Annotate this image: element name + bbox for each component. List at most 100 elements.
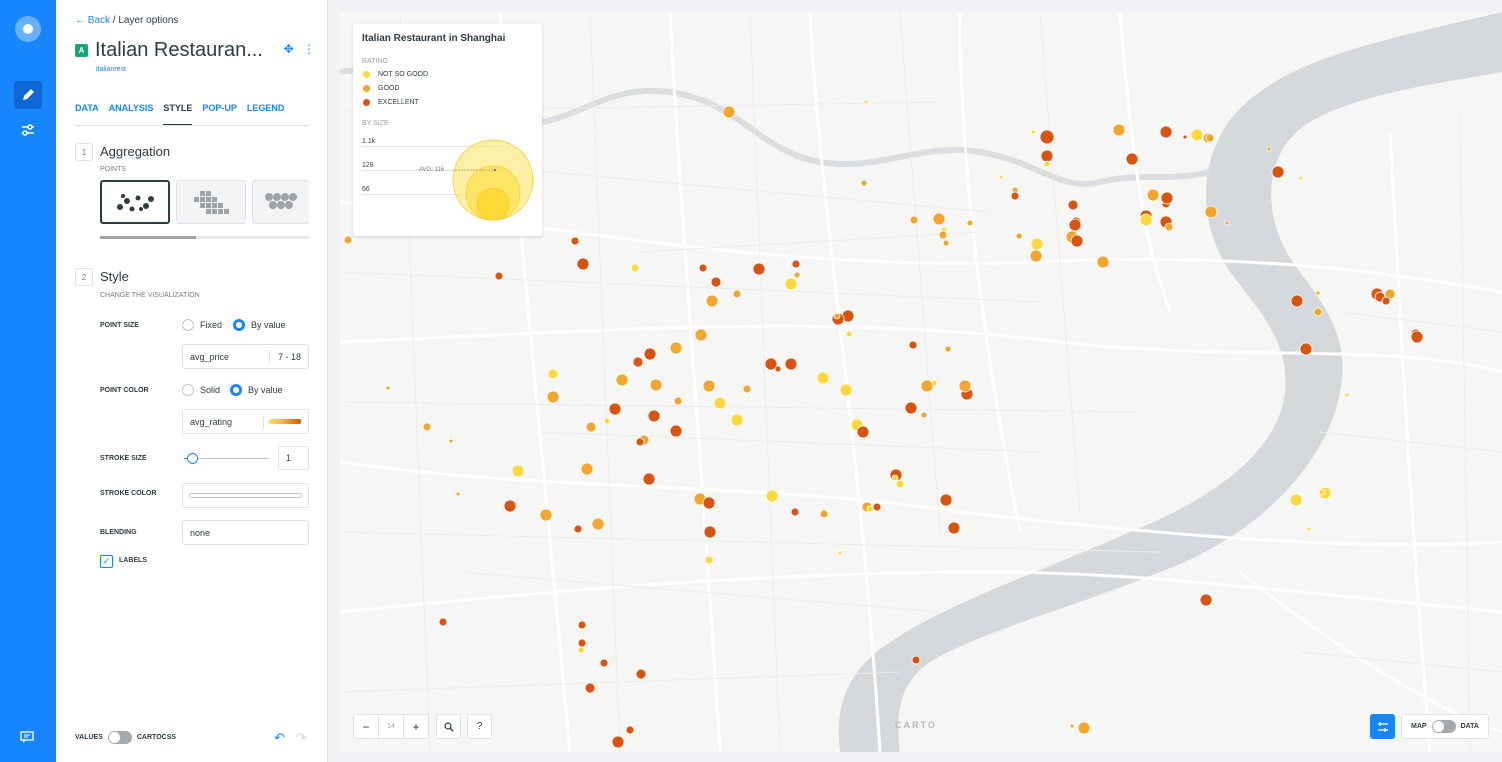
restaurant-point[interactable]: [932, 212, 946, 226]
restaurant-point[interactable]: [1015, 232, 1023, 240]
restaurant-point[interactable]: [1299, 342, 1313, 356]
restaurant-point[interactable]: [584, 682, 596, 694]
layer-title[interactable]: Italian Restauran...: [95, 39, 265, 62]
stroke-size-slider-handle[interactable]: [187, 453, 198, 464]
map-view-label[interactable]: MAP: [1411, 723, 1427, 730]
restaurant-point[interactable]: [793, 271, 801, 279]
zoom-out-button[interactable]: −: [354, 720, 378, 734]
restaurant-point[interactable]: [790, 507, 800, 517]
restaurant-point[interactable]: [573, 524, 583, 534]
restaurant-point[interactable]: [1224, 220, 1230, 226]
restaurant-point[interactable]: [791, 259, 801, 269]
restaurant-point[interactable]: [1290, 294, 1304, 308]
tab-data[interactable]: DATA: [75, 100, 99, 125]
restaurant-point[interactable]: [819, 509, 829, 519]
tab-popup[interactable]: POP-UP: [202, 100, 237, 125]
restaurant-point[interactable]: [643, 347, 657, 361]
restaurant-point[interactable]: [599, 658, 609, 668]
restaurant-point[interactable]: [702, 379, 716, 393]
restaurant-point[interactable]: [939, 493, 953, 507]
restaurant-point[interactable]: [774, 365, 782, 373]
stroke-color-swatch[interactable]: [189, 493, 302, 498]
layer-source[interactable]: italianrest: [96, 66, 126, 73]
restaurant-point[interactable]: [1266, 146, 1272, 152]
tab-analysis[interactable]: ANALYSIS: [109, 100, 154, 125]
point-color-by-value-radio[interactable]: By value: [230, 384, 283, 396]
restaurant-point[interactable]: [942, 239, 950, 247]
point-color-solid-radio[interactable]: Solid: [182, 384, 220, 396]
add-widget-button[interactable]: [1370, 714, 1395, 739]
restaurant-point[interactable]: [752, 262, 766, 276]
restaurant-point[interactable]: [1318, 488, 1326, 496]
restaurant-point[interactable]: [1182, 134, 1188, 140]
restaurant-point[interactable]: [635, 437, 645, 447]
more-options-icon[interactable]: ⋮: [303, 42, 315, 56]
map-data-switch[interactable]: [1431, 720, 1456, 733]
restaurant-point[interactable]: [837, 550, 843, 556]
pencil-icon[interactable]: [14, 81, 42, 109]
restaurant-point[interactable]: [1306, 526, 1312, 532]
restaurant-point[interactable]: [1069, 723, 1075, 729]
cartocss-toggle[interactable]: [107, 731, 132, 744]
back-link[interactable]: ← Back: [75, 15, 110, 26]
help-button[interactable]: ?: [467, 714, 492, 739]
restaurant-point[interactable]: [856, 425, 870, 439]
restaurant-point[interactable]: [576, 257, 590, 271]
search-button[interactable]: [436, 714, 461, 739]
restaurant-point[interactable]: [455, 491, 461, 497]
restaurant-point[interactable]: [1030, 237, 1044, 251]
restaurant-point[interactable]: [1204, 205, 1218, 219]
restaurant-point[interactable]: [742, 384, 752, 394]
size-range[interactable]: 7 - 18: [278, 352, 301, 362]
restaurant-point[interactable]: [1289, 493, 1303, 507]
restaurant-point[interactable]: [625, 725, 635, 735]
restaurant-point[interactable]: [920, 411, 928, 419]
restaurant-point[interactable]: [765, 489, 779, 503]
point-color-field-select[interactable]: avg_rating: [182, 409, 309, 434]
point-size-fixed-radio[interactable]: Fixed: [182, 319, 222, 331]
restaurant-point[interactable]: [833, 312, 841, 320]
restaurant-point[interactable]: [647, 409, 661, 423]
restaurant-point[interactable]: [1067, 199, 1079, 211]
restaurant-point[interactable]: [1159, 125, 1173, 139]
restaurant-point[interactable]: [872, 502, 882, 512]
point-size-field-select[interactable]: avg_price 7 - 18: [182, 344, 309, 369]
zoom-in-button[interactable]: +: [404, 720, 428, 734]
carto-logo-icon[interactable]: [15, 16, 41, 42]
restaurant-point[interactable]: [1313, 307, 1323, 317]
restaurant-point[interactable]: [1112, 123, 1126, 137]
restaurant-point[interactable]: [732, 289, 742, 299]
restaurant-point[interactable]: [1030, 129, 1036, 135]
restaurant-point[interactable]: [632, 356, 644, 368]
restaurant-point[interactable]: [539, 508, 553, 522]
restaurant-point[interactable]: [1344, 392, 1350, 398]
restaurant-point[interactable]: [839, 383, 853, 397]
restaurant-point[interactable]: [494, 271, 504, 281]
restaurant-point[interactable]: [938, 230, 948, 240]
restaurant-point[interactable]: [1040, 149, 1054, 163]
restaurant-point[interactable]: [608, 402, 622, 416]
labels-checkbox[interactable]: ✓: [100, 555, 113, 568]
restaurant-point[interactable]: [422, 422, 432, 432]
restaurant-point[interactable]: [895, 479, 905, 489]
restaurant-point[interactable]: [642, 472, 656, 486]
restaurant-point[interactable]: [860, 179, 868, 187]
aggregation-hexbins-option[interactable]: [252, 180, 309, 224]
restaurant-point[interactable]: [577, 638, 587, 648]
restaurant-point[interactable]: [1205, 133, 1215, 143]
restaurant-point[interactable]: [1271, 165, 1285, 179]
restaurant-point[interactable]: [705, 294, 719, 308]
restaurant-point[interactable]: [1039, 129, 1055, 145]
restaurant-point[interactable]: [710, 276, 722, 288]
restaurant-point[interactable]: [1146, 188, 1160, 202]
restaurant-point[interactable]: [1010, 191, 1020, 201]
restaurant-point[interactable]: [1043, 160, 1051, 168]
restaurant-point[interactable]: [385, 385, 391, 391]
zoom-to-layer-icon[interactable]: ✥: [284, 42, 294, 56]
restaurant-point[interactable]: [603, 417, 611, 425]
aggregation-points-option[interactable]: [100, 180, 170, 224]
restaurant-point[interactable]: [784, 277, 798, 291]
restaurant-point[interactable]: [577, 620, 587, 630]
restaurant-point[interactable]: [784, 357, 798, 371]
restaurant-point[interactable]: [703, 525, 717, 539]
